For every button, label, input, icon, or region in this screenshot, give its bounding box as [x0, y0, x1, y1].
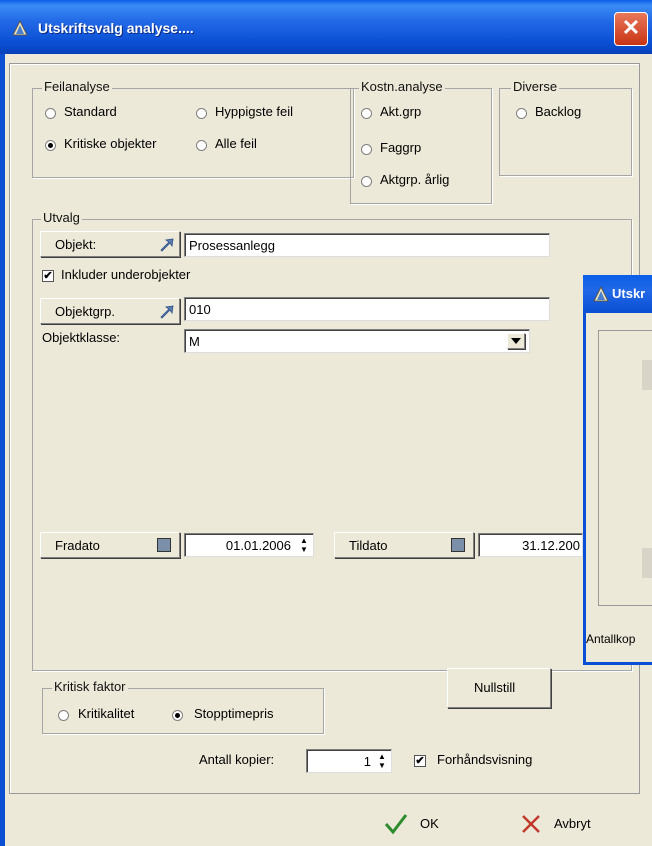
close-icon: ✕: [621, 15, 641, 40]
objektgrp-button-label: Objektgrp.: [55, 304, 115, 319]
radio-backlog[interactable]: [516, 108, 527, 119]
tildato-button[interactable]: Tildato: [334, 532, 474, 558]
diverse-legend: Diverse: [511, 79, 560, 94]
radio-standard-label[interactable]: Standard: [64, 104, 117, 119]
tildato-button-label: Tildato: [349, 538, 388, 553]
feilanalyse-group: [32, 88, 354, 178]
objekt-button-label: Objekt:: [55, 237, 97, 252]
fradato-button[interactable]: Fradato: [40, 532, 180, 558]
tildato-field[interactable]: 31.12.200: [478, 533, 583, 557]
nullstill-button[interactable]: Nullstill: [447, 668, 551, 708]
radio-hyppigste-feil[interactable]: [196, 108, 207, 119]
kostn-legend: Kostn.analyse: [359, 79, 445, 94]
radio-aktgrp-arlig-label[interactable]: Aktgrp. årlig: [380, 172, 449, 187]
radio-stopptimepris-label[interactable]: Stopptimepris: [194, 706, 273, 721]
ok-button[interactable]: OK: [384, 811, 454, 837]
app-icon: [12, 20, 28, 36]
preview-checkbox[interactable]: ✔: [414, 755, 426, 767]
kritisk-legend: Kritisk faktor: [52, 679, 128, 694]
radio-kritiske-objekter-label[interactable]: Kritiske objekter: [64, 136, 156, 151]
radio-alle-feil-label[interactable]: Alle feil: [215, 136, 257, 151]
diverse-group: [499, 88, 632, 176]
objekt-field[interactable]: Prosessanlegg: [184, 233, 550, 257]
calendar-icon: [157, 538, 171, 552]
objektgrp-button[interactable]: Objektgrp.: [40, 298, 180, 324]
chevron-down-icon: [511, 338, 521, 344]
app-icon: [593, 286, 609, 302]
preview-label[interactable]: Forhåndsvisning: [437, 752, 532, 767]
objektklasse-select[interactable]: M: [184, 329, 530, 353]
antall-kopier-value: 1: [363, 754, 371, 769]
objekt-value: Prosessanlegg: [189, 238, 275, 253]
fradato-value: 01.01.2006: [225, 538, 291, 553]
spinner-icon[interactable]: ▲ ▼: [376, 752, 388, 770]
lookup-arrow-icon: [160, 305, 174, 319]
tildato-value: 31.12.200: [522, 538, 580, 553]
radio-standard[interactable]: [45, 108, 56, 119]
antall-kopier-label: Antall kopier:: [199, 752, 275, 767]
radio-backlog-label[interactable]: Backlog: [535, 104, 581, 119]
calendar-icon: [451, 538, 465, 552]
ok-label: OK: [420, 816, 439, 831]
antall-kopier-field[interactable]: 1 ▲ ▼: [306, 749, 392, 773]
window-title: Utskriftsvalg analyse....: [38, 20, 194, 36]
utvalg-group: [32, 219, 632, 671]
secondary-header-strip: [642, 360, 652, 390]
lookup-arrow-icon: [160, 238, 174, 252]
radio-kritikalitet[interactable]: [58, 710, 69, 721]
close-button[interactable]: ✕: [614, 12, 648, 46]
utvalg-legend: Utvalg: [41, 210, 82, 225]
objektgrp-field[interactable]: 010: [184, 297, 550, 321]
radio-faggrp[interactable]: [361, 144, 372, 155]
radio-kritikalitet-label[interactable]: Kritikalitet: [78, 706, 134, 721]
objektklasse-value: M: [189, 334, 200, 349]
checkmark-icon: [384, 814, 408, 835]
cross-icon: [522, 815, 540, 833]
radio-alle-feil[interactable]: [196, 140, 207, 151]
fradato-field[interactable]: 01.01.2006 ▲ ▼: [184, 533, 314, 557]
include-subobjects-label[interactable]: Inkluder underobjekter: [61, 267, 190, 282]
cancel-button[interactable]: Avbryt: [520, 811, 620, 837]
radio-akt-grp-label[interactable]: Akt.grp: [380, 104, 421, 119]
secondary-window-title: Utskr: [612, 286, 646, 301]
secondary-footer-strip: [642, 548, 652, 578]
objektklasse-label: Objektklasse:: [42, 330, 121, 345]
objekt-button[interactable]: Objekt:: [40, 231, 180, 257]
feilanalyse-legend: Feilanalyse: [42, 79, 112, 94]
radio-aktgrp-arlig[interactable]: [361, 176, 372, 187]
include-subobjects-checkbox[interactable]: ✔: [42, 270, 54, 282]
radio-hyppigste-feil-label[interactable]: Hyppigste feil: [215, 104, 293, 119]
radio-faggrp-label[interactable]: Faggrp: [380, 140, 421, 155]
secondary-footer-label: Antallkop: [586, 632, 636, 646]
cancel-label: Avbryt: [554, 816, 591, 831]
radio-kritiske-objekter[interactable]: [45, 140, 56, 151]
nullstill-button-label: Nullstill: [474, 680, 516, 695]
fradato-button-label: Fradato: [55, 538, 100, 553]
radio-stopptimepris[interactable]: [172, 710, 183, 721]
objektgrp-value: 010: [189, 302, 211, 317]
radio-akt-grp[interactable]: [361, 108, 372, 119]
dropdown-button[interactable]: [507, 333, 525, 349]
spinner-icon[interactable]: ▲ ▼: [298, 536, 310, 554]
